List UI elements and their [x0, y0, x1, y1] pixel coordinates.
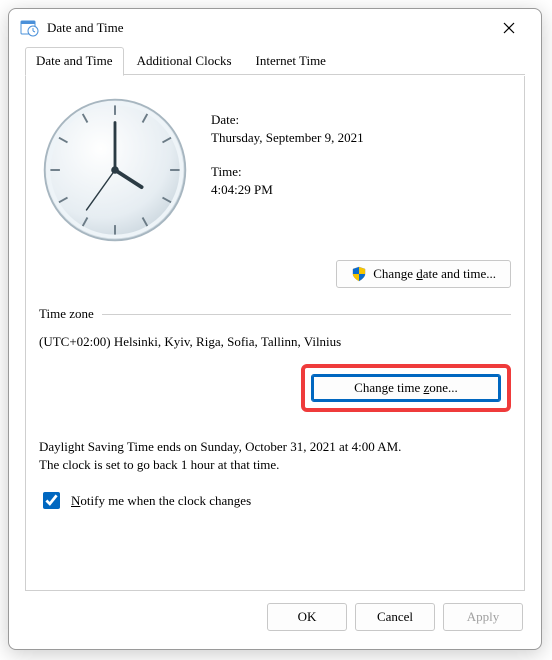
timezone-group-header: Time zone [39, 306, 511, 322]
tab-date-and-time[interactable]: Date and Time [25, 47, 124, 76]
date-value: Thursday, September 9, 2021 [211, 130, 511, 146]
uac-shield-icon [351, 266, 367, 282]
timezone-legend: Time zone [39, 306, 94, 322]
ok-button[interactable]: OK [267, 603, 347, 631]
window-title: Date and Time [47, 20, 487, 36]
change-date-time-button[interactable]: Change date and time... [336, 260, 511, 288]
tab-strip: Date and Time Additional Clocks Internet… [9, 47, 541, 76]
close-icon [503, 22, 515, 34]
tab-additional-clocks[interactable]: Additional Clocks [126, 47, 243, 76]
analog-clock [39, 94, 191, 246]
tab-internet-time[interactable]: Internet Time [245, 47, 337, 76]
notify-label[interactable]: Notify me when the clock changes [71, 493, 251, 509]
notify-checkbox[interactable] [43, 492, 60, 509]
dst-info: Daylight Saving Time ends on Sunday, Oct… [39, 438, 511, 473]
annotation-highlight: Change time zone... [301, 364, 511, 412]
close-button[interactable] [487, 13, 531, 43]
time-label: Time: [211, 164, 511, 180]
tab-panel: Date: Thursday, September 9, 2021 Time: … [25, 76, 525, 591]
dst-line1: Daylight Saving Time ends on Sunday, Oct… [39, 439, 401, 454]
date-label: Date: [211, 112, 511, 128]
titlebar: Date and Time [9, 9, 541, 47]
time-value: 4:04:29 PM [211, 182, 511, 198]
date-and-time-dialog: Date and Time Date and Time Additional C… [8, 8, 542, 650]
timezone-value: (UTC+02:00) Helsinki, Kyiv, Riga, Sofia,… [39, 334, 511, 350]
dst-line2: The clock is set to go back 1 hour at th… [39, 457, 279, 472]
divider [102, 314, 511, 315]
apply-button[interactable]: Apply [443, 603, 523, 631]
change-time-zone-button[interactable]: Change time zone... [311, 374, 501, 402]
dialog-footer: OK Cancel Apply [9, 591, 541, 649]
app-icon [19, 18, 39, 38]
cancel-button[interactable]: Cancel [355, 603, 435, 631]
